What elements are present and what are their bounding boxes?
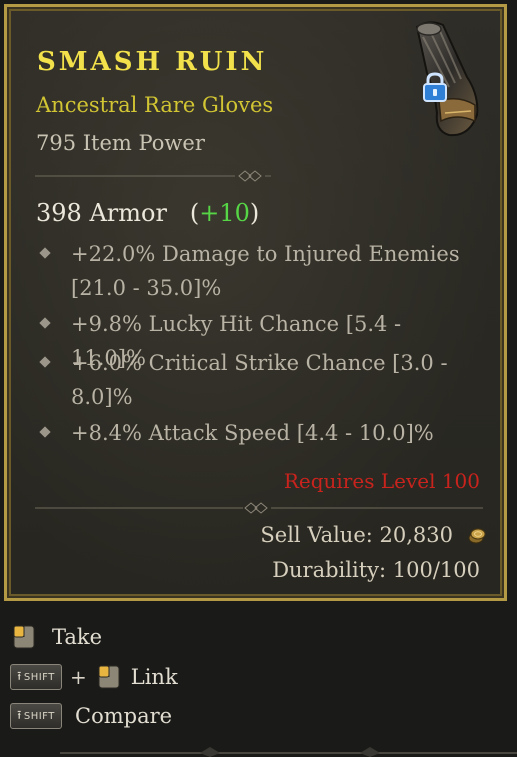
affix-bullet-icon — [39, 317, 51, 329]
action-hints: Take ⭱ SHIFT + Link ⭱ SHIFT Compare — [0, 604, 517, 757]
armor-bonus: +10 — [199, 199, 250, 227]
item-power: 795 Item Power — [36, 131, 205, 155]
affix-text: +8.4% Attack Speed [4.4 - 10.0]% — [71, 421, 434, 445]
item-tooltip: Smash Ruin Ancestral Rare Gloves 795 Ite… — [4, 4, 507, 601]
compare-action[interactable]: ⭱ SHIFT Compare — [10, 700, 172, 732]
affix-bullet-icon — [39, 426, 51, 438]
affix-line: +8.4% Attack Speed [4.4 - 10.0]% — [39, 416, 481, 450]
armor-value: 398 Armor — [36, 199, 167, 227]
shift-key-icon: ⭱ SHIFT — [10, 703, 62, 729]
level-requirement: Requires Level 100 — [283, 469, 480, 493]
mouse-left-click-icon — [13, 625, 35, 649]
gold-coin-icon — [468, 528, 486, 544]
affix-line: +6.0% Critical Strike Chance [3.0 - 8.0]… — [39, 346, 481, 414]
affix-bullet-icon — [39, 356, 51, 368]
durability: Durability: 100/100 — [272, 558, 480, 582]
affix-bullet-icon — [39, 247, 51, 259]
lock-icon — [423, 72, 447, 102]
section-divider — [35, 170, 271, 182]
shift-key-icon: ⭱ SHIFT — [10, 664, 62, 690]
affix-line: +22.0% Damage to Injured Enemies [21.0 -… — [39, 237, 481, 305]
affix-text: +22.0% Damage to Injured Enemies [21.0 -… — [71, 242, 460, 300]
plus-sign: + — [70, 665, 87, 689]
section-divider — [35, 502, 483, 514]
item-name: Smash Ruin — [37, 47, 268, 77]
link-label: Link — [130, 665, 178, 689]
compare-label: Compare — [75, 704, 173, 728]
mouse-left-click-icon — [98, 665, 120, 689]
affix-text: +6.0% Critical Strike Chance [3.0 - 8.0]… — [71, 351, 448, 409]
link-action[interactable]: ⭱ SHIFT + Link — [10, 661, 178, 693]
sell-value: Sell Value: 20,830 — [260, 523, 453, 547]
take-action[interactable]: Take — [10, 621, 102, 653]
armor-stat: 398 Armor (+10) — [36, 199, 260, 227]
item-rarity-type: Ancestral Rare Gloves — [36, 93, 274, 117]
take-label: Take — [52, 625, 103, 649]
bottom-border-ornament — [60, 747, 517, 757]
